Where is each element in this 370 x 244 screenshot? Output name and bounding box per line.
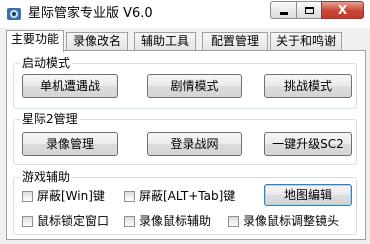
app-window: 星际管家专业版 V6.0 X 主要功能 录像改名 辅助工具 配置管理 关于和鸣谢… (0, 0, 370, 244)
minimize-icon (279, 11, 288, 15)
launch-mode-title: 启动模式 (20, 56, 73, 70)
game-assist-group: 游戏辅助 屏蔽[Win]键 屏蔽[ALT+Tab]键 地图编辑 鼠标锁定窗口 录… (13, 170, 357, 235)
checkbox-box[interactable] (124, 190, 135, 202)
checkbox-box[interactable] (22, 215, 33, 227)
sc2-management-title: 星际2管理 (20, 112, 80, 126)
window-title: 星际管家专业版 V6.0 (28, 6, 153, 21)
maximize-button[interactable] (296, 1, 321, 19)
app-logo-icon (7, 8, 21, 20)
caption-buttons: X (270, 1, 364, 21)
replay-manager-button[interactable]: 录像管理 (22, 132, 118, 156)
minimize-button[interactable] (270, 1, 296, 19)
tab-replay-rename[interactable]: 录像改名 (66, 32, 128, 50)
close-icon: X (337, 3, 348, 17)
checkbox-box[interactable] (124, 215, 135, 227)
maximize-icon (304, 6, 314, 14)
checkbox-box[interactable] (228, 215, 239, 227)
close-button[interactable]: X (321, 1, 364, 19)
launch-mode-group: 启动模式 单机遭遇战 剧情模式 挑战模式 (13, 56, 357, 109)
block-win-key-checkbox[interactable]: 屏蔽[Win]键 (22, 189, 105, 203)
challenge-button[interactable]: 挑战模式 (264, 74, 352, 98)
game-assist-title: 游戏辅助 (20, 170, 73, 184)
mouse-lock-window-checkbox[interactable]: 鼠标锁定窗口 (22, 214, 109, 228)
replay-mouse-camera-checkbox[interactable]: 录像鼠标调整镜头 (228, 214, 339, 228)
main-functions-panel: 启动模式 单机遭遇战 剧情模式 挑战模式 星际2管理 录像管理 登录战网 一键升… (6, 50, 366, 240)
tab-main-functions[interactable]: 主要功能 (6, 30, 64, 52)
checkbox-box[interactable] (22, 190, 33, 202)
map-editor-button[interactable]: 地图编辑 (264, 184, 352, 206)
replay-mouse-camera-label: 录像鼠标调整镜头 (243, 214, 340, 228)
title-bar[interactable]: 星际管家专业版 V6.0 X (0, 0, 370, 28)
tab-about-credits[interactable]: 关于和鸣谢 (270, 32, 342, 50)
block-win-key-label: 屏蔽[Win]键 (37, 189, 105, 203)
replay-mouse-assist-checkbox[interactable]: 录像鼠标辅助 (124, 214, 211, 228)
sc2-management-group: 星际2管理 录像管理 登录战网 一键升级SC2 (13, 112, 357, 165)
skirmish-button[interactable]: 单机遭遇战 (22, 74, 118, 98)
mouse-lock-window-label: 鼠标锁定窗口 (37, 214, 110, 228)
tab-strip: 主要功能 录像改名 辅助工具 配置管理 关于和鸣谢 (6, 30, 366, 52)
replay-mouse-assist-label: 录像鼠标辅助 (139, 214, 212, 228)
upgrade-sc2-button[interactable]: 一键升级SC2 (264, 132, 352, 156)
campaign-button[interactable]: 剧情模式 (147, 74, 242, 98)
block-alt-tab-checkbox[interactable]: 屏蔽[ALT+Tab]键 (124, 189, 235, 203)
tab-config-management[interactable]: 配置管理 (202, 32, 268, 50)
tab-helper-tools[interactable]: 辅助工具 (134, 32, 196, 50)
block-alt-tab-label: 屏蔽[ALT+Tab]键 (139, 189, 236, 203)
battlenet-login-button[interactable]: 登录战网 (147, 132, 242, 156)
